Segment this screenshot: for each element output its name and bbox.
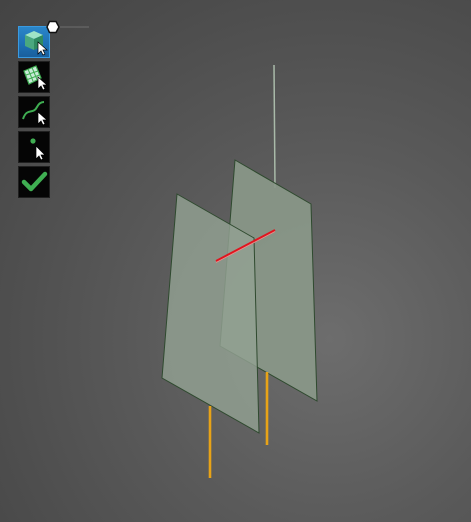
- 3d-viewport[interactable]: [0, 0, 471, 522]
- select-edge-button[interactable]: [18, 96, 50, 128]
- checkmark-icon: [21, 171, 48, 192]
- select-vertex-icon: [30, 138, 46, 161]
- toolbar-pin-handle[interactable]: [43, 17, 93, 37]
- hexagon-pin-icon: [46, 20, 60, 34]
- back-plane-axis-top: [273, 64, 276, 189]
- select-face-icon: [23, 65, 48, 91]
- select-face-button[interactable]: [18, 61, 50, 93]
- select-vertex-button[interactable]: [18, 131, 50, 163]
- confirm-button[interactable]: [18, 166, 50, 198]
- scene-canvas[interactable]: [0, 0, 471, 522]
- select-edge-icon: [22, 101, 48, 126]
- selection-toolbar: [18, 26, 52, 201]
